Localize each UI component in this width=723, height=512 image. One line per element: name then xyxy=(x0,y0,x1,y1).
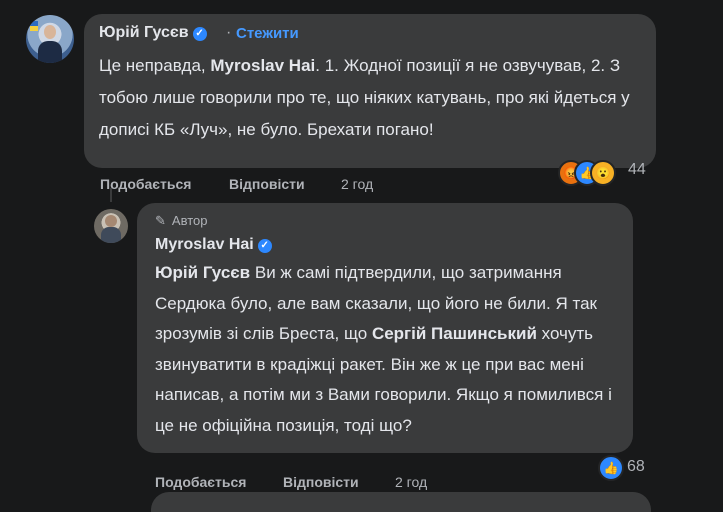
author-badge: ✎ Автор xyxy=(155,213,208,228)
reply-button[interactable]: Відповісти xyxy=(229,176,305,192)
verified-badge-icon: ✓ xyxy=(257,239,272,253)
next-comment-bubble xyxy=(151,492,651,512)
comment-text: Юрій Гусєв Ви ж самі підтвердили, що зат… xyxy=(155,258,625,441)
reaction-count[interactable]: 68 xyxy=(627,458,645,476)
avatar[interactable] xyxy=(94,209,128,243)
comment-text-segment: Це неправда, xyxy=(99,56,211,75)
like-button[interactable]: Подобається xyxy=(155,474,246,490)
timestamp[interactable]: 2 год xyxy=(341,176,373,192)
timestamp[interactable]: 2 год xyxy=(395,474,427,490)
comment-author[interactable]: Юрій Гусєв ✓ xyxy=(99,24,207,42)
reply-button[interactable]: Відповісти xyxy=(283,474,359,490)
avatar[interactable] xyxy=(26,15,74,63)
separator-dot: · xyxy=(226,24,232,41)
wow-emoji-icon: 😮 xyxy=(590,160,616,186)
like-button[interactable]: Подобається xyxy=(100,176,191,192)
mention-link[interactable]: Юрій Гусєв xyxy=(155,263,250,282)
mention-link[interactable]: Myroslav Hai xyxy=(210,56,315,75)
pencil-icon: ✎ xyxy=(155,213,166,228)
flag-icon xyxy=(30,21,38,31)
reaction-count[interactable]: 44 xyxy=(628,161,646,179)
verified-badge-icon: ✓ xyxy=(192,27,207,41)
follow-link[interactable]: Стежити xyxy=(236,25,299,42)
comment-author[interactable]: Myroslav Hai ✓ xyxy=(155,236,272,254)
mention-link[interactable]: Сергій Пашинський xyxy=(372,324,537,343)
like-emoji-icon: 👍 xyxy=(598,455,624,481)
comment-text: Це неправда, Myroslav Hai. 1. Жодної поз… xyxy=(99,50,644,146)
